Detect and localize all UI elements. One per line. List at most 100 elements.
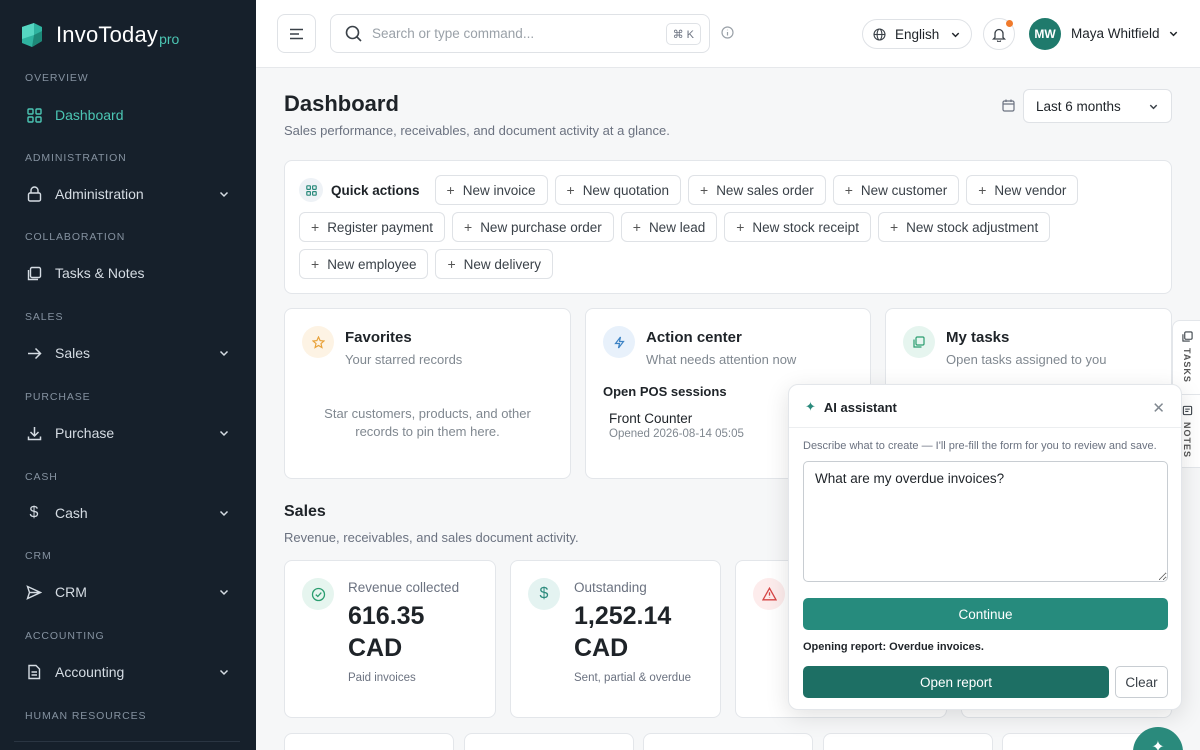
chart-card <box>284 733 454 750</box>
quick-action-label: New customer <box>860 182 948 198</box>
lightning-icon <box>603 326 635 358</box>
ai-assistant-title: AI assistant <box>823 399 897 415</box>
notifications-button[interactable] <box>983 18 1015 50</box>
register-payment-button[interactable]: + Register payment <box>299 212 445 242</box>
new-vendor-button[interactable]: + New vendor <box>966 175 1079 205</box>
sidebar-item-dashboard[interactable]: Dashboard <box>0 95 256 135</box>
plus-icon: + <box>464 219 473 235</box>
new-stock-adjustment-button[interactable]: + New stock adjustment <box>877 212 1051 242</box>
grid-icon <box>26 107 42 123</box>
ai-assistant-header: ✦ AI assistant <box>805 399 897 415</box>
kpi-card-outstanding: $ Outstanding 1,252.14 CAD Sent, partial … <box>510 560 721 718</box>
kpi-note: Sent, partial & overdue <box>574 672 691 684</box>
sparkle-icon: ✦ <box>805 399 816 414</box>
menu-toggle-button[interactable] <box>277 14 316 53</box>
pos-session-name[interactable]: Front Counter <box>609 411 692 426</box>
sidebar-item-accounting[interactable]: Accounting <box>0 652 256 692</box>
kpi-label: Revenue collected <box>348 580 460 595</box>
sparkle-icon: ✦ <box>1151 739 1165 750</box>
kpi-amount: 616.35 <box>348 602 425 630</box>
info-icon[interactable] <box>721 26 734 39</box>
action-center-title: Action center <box>646 329 742 346</box>
nav-section-sales: SALES <box>25 311 64 323</box>
sidebar-item-crm[interactable]: CRM <box>0 572 256 612</box>
nav-section-purchase: PURCHASE <box>25 391 91 403</box>
sidebar-item-label: Accounting <box>55 664 125 680</box>
chevron-down-icon <box>1169 31 1177 37</box>
new-stock-receipt-button[interactable]: + New stock receipt <box>724 212 871 242</box>
dollar-icon: $ <box>29 504 39 521</box>
sidebar-item-cash[interactable]: $ Cash <box>0 493 256 533</box>
date-range-select[interactable]: Last 6 months <box>1023 89 1172 123</box>
continue-button[interactable]: Continue <box>803 598 1168 630</box>
chart-card <box>464 733 634 750</box>
tab-tasks[interactable]: TASKS <box>1173 321 1200 395</box>
chart-card <box>823 733 993 750</box>
warning-icon <box>753 578 785 610</box>
page-title: Dashboard <box>284 91 399 116</box>
page-subtitle: Sales performance, receivables, and docu… <box>284 123 670 138</box>
nav-section-human-resources: HUMAN RESOURCES <box>25 710 147 722</box>
copy-icon <box>26 265 42 281</box>
quick-action-label: New lead <box>648 219 706 235</box>
new-quotation-button[interactable]: + New quotation <box>554 175 681 205</box>
plus-icon: + <box>844 182 853 198</box>
topbar: ⌘ K English MW Maya Whitfield <box>256 0 1200 68</box>
quick-actions-header: Quick actions <box>299 175 428 205</box>
copy-icon <box>1181 331 1193 342</box>
favorites-card: Favorites Your starred records Star cust… <box>284 308 571 479</box>
pos-sessions-heading: Open POS sessions <box>603 384 727 399</box>
my-tasks-title: My tasks <box>946 329 1010 346</box>
quick-action-label: New stock receipt <box>752 219 859 235</box>
ai-prompt-input[interactable]: What are my overdue invoices? <box>803 461 1168 582</box>
sidebar-item-label: Cash <box>55 505 88 521</box>
search-input[interactable] <box>372 26 652 41</box>
plus-icon: + <box>632 219 641 235</box>
sidebar-item-sales[interactable]: Sales <box>0 333 256 373</box>
open-report-button[interactable]: Open report <box>803 666 1109 698</box>
send-icon <box>26 584 42 600</box>
new-employee-button[interactable]: + New employee <box>299 249 429 279</box>
nav-section-collaboration: COLLABORATION <box>25 231 126 243</box>
sidebar: InvoToday pro OVERVIEW Dashboard ADMINIS… <box>0 0 256 750</box>
action-center-subtitle: What needs attention now <box>646 352 797 367</box>
sidebar-item-tasks-notes[interactable]: Tasks & Notes <box>0 253 256 293</box>
ai-hint: Describe what to create — I'll pre-fill … <box>803 440 1157 452</box>
clear-button[interactable]: Clear <box>1115 666 1168 698</box>
close-icon[interactable]: ✕ <box>1152 399 1165 417</box>
favorites-title: Favorites <box>345 329 412 346</box>
star-icon <box>302 326 334 358</box>
chevron-down-icon <box>1149 104 1158 109</box>
sidebar-item-administration[interactable]: Administration <box>0 174 256 214</box>
language-label: English <box>895 26 940 42</box>
new-sales-order-button[interactable]: + New sales order <box>688 175 826 205</box>
language-select[interactable]: English <box>862 19 972 49</box>
sidebar-item-purchase[interactable]: Purchase <box>0 413 256 453</box>
note-icon <box>1182 405 1192 416</box>
download-icon <box>26 425 42 441</box>
plus-icon: + <box>978 182 987 198</box>
shortcut-badge: ⌘ K <box>665 23 701 45</box>
brand-suffix: pro <box>159 31 180 47</box>
new-invoice-button[interactable]: + New invoice <box>434 175 548 205</box>
brand-logo-icon <box>22 23 42 47</box>
grid-icon <box>299 178 323 202</box>
user-menu[interactable]: Maya Whitfield <box>1071 26 1179 41</box>
new-purchase-order-button[interactable]: + New purchase order <box>452 212 614 242</box>
brand[interactable]: InvoToday pro <box>0 0 256 70</box>
search-box[interactable]: ⌘ K <box>330 14 710 53</box>
arrow-right-icon <box>26 345 42 361</box>
new-customer-button[interactable]: + New customer <box>832 175 960 205</box>
quick-action-label: New sales order <box>716 182 814 198</box>
sidebar-item-label: CRM <box>55 584 87 600</box>
nav-section-cash: CASH <box>25 471 58 483</box>
sidebar-item-label: Administration <box>55 186 144 202</box>
new-lead-button[interactable]: + New lead <box>620 212 718 242</box>
new-delivery-button[interactable]: + New delivery <box>435 249 553 279</box>
plus-icon: + <box>889 219 899 235</box>
plus-icon: + <box>566 182 575 198</box>
avatar[interactable]: MW <box>1029 18 1061 50</box>
chevron-down-icon <box>219 589 229 596</box>
kpi-currency: CAD <box>348 634 403 662</box>
plus-icon: + <box>311 256 320 272</box>
